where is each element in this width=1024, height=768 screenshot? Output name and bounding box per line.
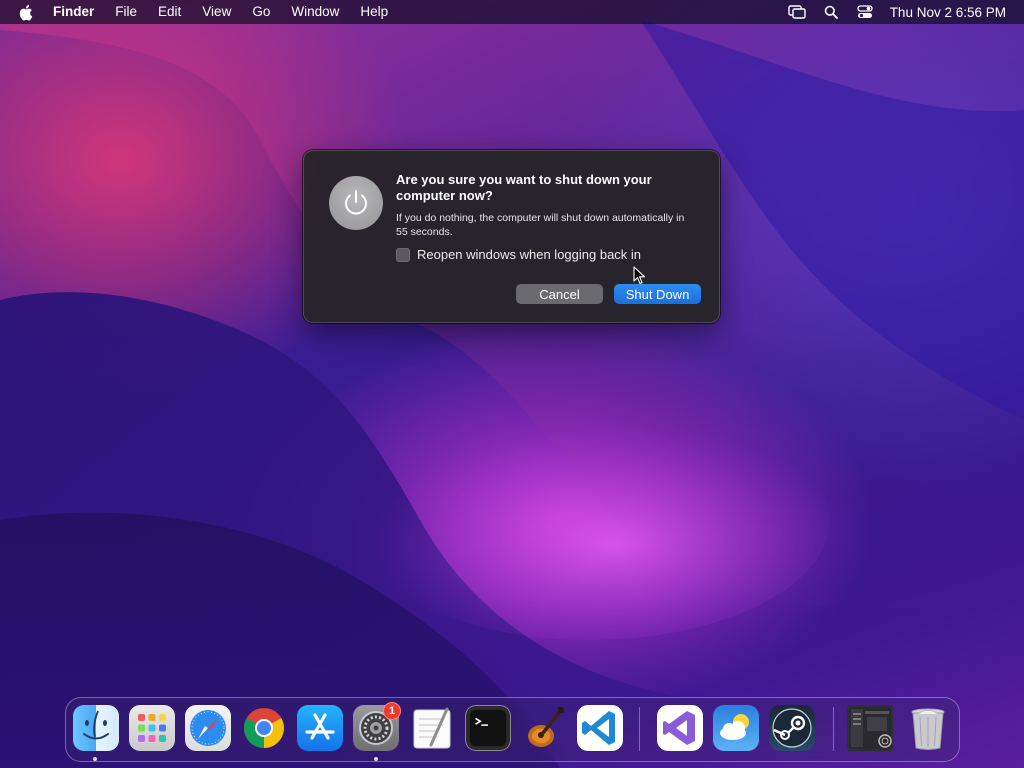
- dock-textedit-icon[interactable]: [409, 705, 455, 751]
- apple-menu-icon[interactable]: [18, 3, 34, 21]
- dialog-message: If you do nothing, the computer will shu…: [396, 212, 685, 238]
- power-icon: [329, 176, 383, 230]
- dock-system-settings-running-indicator: [374, 757, 378, 761]
- menu-edit[interactable]: Edit: [158, 0, 181, 24]
- shut-down-button[interactable]: Shut Down: [614, 284, 701, 304]
- control-center-icon[interactable]: [856, 3, 874, 21]
- dock-trash-icon[interactable]: [905, 705, 951, 751]
- search-icon[interactable]: [822, 3, 840, 21]
- dock-visual-studio-icon[interactable]: [657, 705, 703, 751]
- menu-finder[interactable]: Finder: [53, 0, 94, 24]
- mouse-cursor-icon: [633, 266, 646, 285]
- wallpaper-waves: [0, 0, 1024, 768]
- system-settings-notification-badge: 1: [383, 702, 401, 720]
- dock-downloads-stack-icon[interactable]: [847, 705, 893, 751]
- menu-bar: Finder File Edit View Go Window Help Thu…: [0, 0, 1024, 24]
- reopen-windows-checkbox[interactable]: [396, 247, 410, 262]
- dock-safari-icon[interactable]: [185, 705, 231, 751]
- dock-finder-icon[interactable]: [73, 705, 119, 751]
- dock-garageband-icon[interactable]: [521, 705, 567, 751]
- dock-separator: [833, 707, 834, 751]
- dock-chrome-icon[interactable]: [241, 705, 287, 751]
- dock-steam-icon[interactable]: [769, 705, 815, 751]
- menu-go[interactable]: Go: [252, 0, 270, 24]
- shutdown-dialog: Are you sure you want to shut down your …: [303, 150, 720, 323]
- dock-app-store-icon[interactable]: [297, 705, 343, 751]
- dock-terminal-icon[interactable]: [465, 705, 511, 751]
- menu-file[interactable]: File: [115, 0, 137, 24]
- dock-vscode-icon[interactable]: [577, 705, 623, 751]
- menu-view[interactable]: View: [202, 0, 231, 24]
- menu-bar-clock[interactable]: Thu Nov 2 6:56 PM: [890, 5, 1006, 20]
- reopen-windows-option[interactable]: Reopen windows when logging back in: [396, 247, 641, 262]
- dock-weather-icon[interactable]: [713, 705, 759, 751]
- dock-separator: [639, 707, 640, 751]
- screen-mirroring-icon[interactable]: [787, 3, 806, 21]
- dock-finder-running-indicator: [93, 757, 97, 761]
- dialog-title: Are you sure you want to shut down your …: [396, 172, 652, 203]
- reopen-windows-label[interactable]: Reopen windows when logging back in: [417, 247, 641, 262]
- desktop-wallpaper: [0, 0, 1024, 768]
- cancel-button[interactable]: Cancel: [516, 284, 603, 304]
- menu-window[interactable]: Window: [291, 0, 339, 24]
- menu-help[interactable]: Help: [360, 0, 388, 24]
- dock-launchpad-icon[interactable]: [129, 705, 175, 751]
